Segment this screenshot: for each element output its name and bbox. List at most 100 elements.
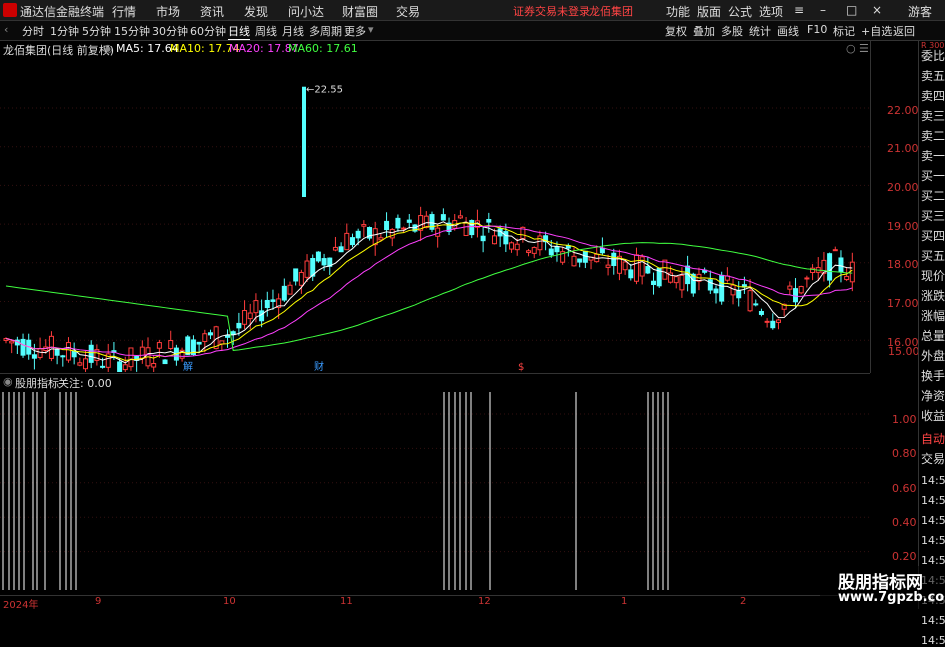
tab-15min[interactable]: 15分钟 bbox=[114, 23, 150, 39]
chart-config-icon[interactable]: ☰ bbox=[859, 42, 869, 55]
menu-item-gongshi[interactable]: 公式 bbox=[728, 3, 752, 20]
candle[interactable] bbox=[310, 254, 316, 281]
candle[interactable] bbox=[616, 249, 622, 281]
candle[interactable] bbox=[514, 238, 520, 256]
candle[interactable] bbox=[185, 335, 191, 356]
settings-icon[interactable]: ◉ bbox=[103, 42, 113, 55]
chart-zoom-icon[interactable]: ○ bbox=[846, 42, 856, 55]
candle[interactable] bbox=[54, 347, 60, 365]
candle[interactable] bbox=[457, 210, 463, 219]
tool-huaxian[interactable]: 画线 bbox=[777, 23, 799, 39]
candle[interactable] bbox=[770, 313, 776, 330]
candle[interactable] bbox=[526, 249, 532, 257]
tab-60min[interactable]: 60分钟 bbox=[190, 23, 226, 39]
candle[interactable] bbox=[77, 357, 83, 367]
candle[interactable] bbox=[361, 220, 367, 238]
candle[interactable] bbox=[639, 254, 645, 285]
guest-button[interactable]: 游客 bbox=[908, 3, 932, 20]
candle[interactable] bbox=[628, 263, 634, 281]
candle[interactable] bbox=[122, 356, 128, 372]
candle[interactable] bbox=[480, 226, 486, 253]
candle[interactable] bbox=[384, 212, 390, 238]
event-marker[interactable]: $ bbox=[518, 362, 524, 372]
menu-item-shichang[interactable]: 市场 bbox=[156, 3, 180, 20]
panel-field[interactable]: 自动 bbox=[921, 430, 945, 447]
menu-item-xuanxiang[interactable]: 选项 bbox=[759, 3, 783, 20]
candle[interactable] bbox=[219, 340, 225, 352]
candle[interactable] bbox=[815, 257, 821, 281]
candle[interactable] bbox=[48, 331, 54, 362]
candle[interactable] bbox=[435, 224, 441, 248]
candle[interactable] bbox=[9, 340, 15, 354]
candle[interactable] bbox=[304, 254, 310, 282]
candlestick-chart[interactable]: ←22.55←14.88解财$ bbox=[0, 58, 875, 372]
candle[interactable] bbox=[651, 272, 657, 295]
candle[interactable] bbox=[60, 354, 66, 367]
candle[interactable] bbox=[3, 337, 9, 344]
candle[interactable] bbox=[730, 278, 736, 305]
tool-biaoji[interactable]: 标记 bbox=[833, 23, 855, 39]
candle[interactable] bbox=[531, 246, 537, 259]
candle[interactable] bbox=[758, 308, 764, 317]
candle[interactable] bbox=[179, 347, 185, 362]
tab-weekly[interactable]: 周线 bbox=[255, 23, 277, 39]
candle[interactable] bbox=[71, 342, 77, 365]
candle[interactable] bbox=[724, 267, 730, 283]
candle[interactable] bbox=[83, 350, 89, 372]
candle[interactable] bbox=[662, 259, 668, 280]
candle[interactable] bbox=[798, 285, 804, 295]
menu-icon[interactable]: ≡ bbox=[794, 3, 804, 17]
candle[interactable] bbox=[281, 278, 287, 302]
candle[interactable] bbox=[486, 212, 492, 233]
tab-monthly[interactable]: 月线 bbox=[282, 23, 304, 39]
candle[interactable] bbox=[804, 275, 810, 288]
candle[interactable] bbox=[775, 318, 781, 330]
event-marker[interactable]: 财 bbox=[314, 360, 324, 372]
candle[interactable] bbox=[440, 208, 446, 221]
candle[interactable] bbox=[298, 269, 304, 294]
menu-item-hangqing[interactable]: 行情 bbox=[112, 3, 136, 20]
candle[interactable] bbox=[242, 300, 248, 330]
candle[interactable] bbox=[673, 275, 679, 289]
candle[interactable] bbox=[287, 281, 293, 295]
panel-field[interactable]: 交易 bbox=[921, 450, 945, 467]
candle[interactable] bbox=[787, 281, 793, 296]
more-chevron-icon[interactable]: ▾ bbox=[368, 23, 374, 36]
candle[interactable] bbox=[367, 226, 373, 241]
indicator-settings-icon[interactable]: ◉ bbox=[3, 375, 13, 388]
candle[interactable] bbox=[372, 221, 378, 256]
candle[interactable] bbox=[94, 344, 100, 366]
candle[interactable] bbox=[395, 214, 401, 232]
indicator-chart[interactable] bbox=[0, 390, 875, 595]
stock-label[interactable]: 龙佰集团(日线 前复权) bbox=[3, 42, 114, 58]
candle[interactable] bbox=[264, 291, 270, 317]
indicator-name[interactable]: 股朋指标 bbox=[15, 375, 59, 391]
candle[interactable] bbox=[429, 211, 435, 233]
candle[interactable] bbox=[503, 223, 509, 253]
candle[interactable] bbox=[225, 329, 231, 348]
tab-daily[interactable]: 日线 bbox=[228, 23, 250, 40]
minimize-icon[interactable]: – bbox=[820, 3, 826, 17]
candle[interactable] bbox=[349, 233, 355, 248]
tab-30min[interactable]: 30分钟 bbox=[152, 23, 188, 39]
candle[interactable] bbox=[753, 299, 759, 307]
candle[interactable] bbox=[88, 340, 94, 369]
tab-more[interactable]: 更多 bbox=[344, 23, 366, 39]
tool-fuquan[interactable]: 复权 bbox=[665, 23, 687, 39]
candle[interactable] bbox=[537, 230, 543, 256]
candle[interactable] bbox=[173, 344, 179, 366]
candle[interactable] bbox=[764, 318, 770, 328]
tab-fenshi[interactable]: 分时 bbox=[22, 23, 44, 39]
candle[interactable] bbox=[168, 330, 174, 351]
tab-1min[interactable]: 1分钟 bbox=[50, 23, 79, 39]
candle[interactable] bbox=[582, 250, 588, 269]
tool-diejia[interactable]: 叠加 bbox=[693, 23, 715, 39]
candle[interactable] bbox=[139, 340, 145, 364]
menu-item-banmian[interactable]: 版面 bbox=[697, 3, 721, 20]
candle[interactable] bbox=[338, 242, 344, 253]
candle[interactable] bbox=[849, 252, 855, 292]
candle[interactable] bbox=[719, 271, 725, 305]
candle[interactable] bbox=[315, 251, 321, 263]
tool-add-watchlist[interactable]: +自选 bbox=[861, 23, 892, 39]
candle[interactable] bbox=[611, 248, 617, 275]
